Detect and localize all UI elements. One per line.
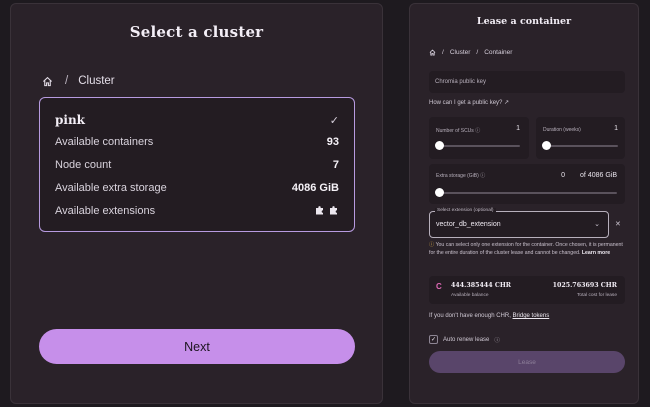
- scu-label: Number of SCUs ⓘ: [436, 128, 481, 134]
- panel-title: Lease a container: [476, 16, 572, 27]
- extension-warning: ⓘ You can select only one extension for …: [429, 242, 623, 256]
- storage-max: of 4086 GiB: [580, 172, 617, 179]
- duration-label: Duration (weeks): [543, 127, 581, 133]
- public-key-input[interactable]: Chromia public key: [429, 71, 625, 93]
- check-icon: ✓: [329, 115, 339, 127]
- cluster-name: pink: [55, 113, 85, 127]
- lease-container-panel: Lease a container / Cluster / Container …: [409, 3, 639, 404]
- duration-field: Duration (weeks) 1: [536, 117, 625, 159]
- cluster-row: Available extra storage 4086 GiB: [55, 182, 339, 194]
- not-enough-chr-text: If you don't have enough CHR, Bridge tok…: [429, 313, 550, 319]
- available-balance-label: Available balance: [451, 293, 489, 298]
- row-label: Available extensions: [55, 205, 156, 217]
- learn-more-link[interactable]: Learn more: [582, 250, 610, 256]
- puzzle-icon: [316, 206, 323, 215]
- home-icon[interactable]: [429, 49, 436, 56]
- duration-value: 1: [614, 125, 618, 132]
- total-cost-label: Total cost for lease: [577, 293, 617, 298]
- row-label: Available containers: [55, 136, 154, 148]
- scu-slider-handle[interactable]: [435, 141, 444, 150]
- extension-select-label: Select extension (optional): [435, 208, 496, 213]
- storage-slider-track[interactable]: [439, 192, 617, 194]
- breadcrumb-current: Cluster: [78, 75, 115, 87]
- scu-value: 1: [516, 125, 520, 132]
- auto-renew-label: Auto renew lease: [443, 336, 490, 343]
- cluster-row: Available extensions: [55, 205, 339, 217]
- storage-label: Extra storage (GiB) ⓘ: [436, 173, 486, 179]
- cluster-row: Available containers 93: [55, 136, 339, 148]
- scu-slider-track[interactable]: [439, 145, 520, 147]
- next-button[interactable]: Next: [39, 329, 355, 364]
- info-icon[interactable]: ⓘ: [494, 336, 500, 344]
- row-value: 4086 GiB: [291, 182, 339, 194]
- breadcrumb: / Cluster: [42, 75, 115, 87]
- lease-button[interactable]: Lease: [429, 351, 625, 373]
- breadcrumb-container: Container: [484, 49, 513, 56]
- storage-field: Extra storage (GiB) ⓘ 0 of 4086 GiB: [429, 164, 625, 204]
- balance-box: Ϲ 444.385444 CHR Available balance 1025.…: [429, 276, 625, 304]
- scu-field: Number of SCUs ⓘ 1: [429, 117, 529, 159]
- breadcrumb-separator: /: [476, 49, 479, 56]
- select-cluster-panel: Select a cluster / Cluster pink ✓ Availa…: [10, 3, 383, 404]
- chevron-down-icon: ⌄: [594, 221, 600, 228]
- puzzle-icon: [330, 206, 337, 215]
- row-value: 93: [326, 136, 339, 148]
- available-balance-value: 444.385444 CHR: [451, 282, 512, 289]
- duration-slider-track[interactable]: [546, 145, 618, 147]
- chromia-logo-icon: Ϲ: [436, 282, 442, 291]
- total-cost-value: 1025.763693 CHR: [552, 282, 617, 289]
- page-title: Select a cluster: [129, 23, 264, 41]
- breadcrumb-cluster[interactable]: Cluster: [450, 49, 471, 56]
- extension-select-value: vector_db_extension: [436, 221, 501, 228]
- cluster-row: Node count 7: [55, 159, 339, 171]
- row-value: 7: [332, 159, 339, 171]
- storage-value: 0: [561, 172, 565, 179]
- duration-slider-handle[interactable]: [542, 141, 551, 150]
- extension-icons: [315, 205, 339, 217]
- public-key-help-link[interactable]: How can I get a public key? ↗: [429, 99, 509, 106]
- external-link-icon: ↗: [504, 100, 510, 106]
- info-icon: ⓘ: [475, 128, 481, 134]
- row-label: Node count: [55, 159, 112, 171]
- extension-select[interactable]: Select extension (optional) vector_db_ex…: [429, 208, 609, 238]
- breadcrumb-separator: /: [442, 49, 444, 56]
- cluster-card[interactable]: pink ✓ Available containers 93 Node coun…: [39, 97, 355, 232]
- auto-renew-row: ✓ Auto renew lease ⓘ: [429, 335, 500, 344]
- home-icon[interactable]: [42, 76, 53, 87]
- breadcrumb-separator: /: [65, 75, 69, 87]
- clear-extension-button[interactable]: ✕: [615, 220, 621, 228]
- warning-icon: ⓘ: [429, 242, 435, 248]
- breadcrumb: / Cluster / Container: [429, 49, 512, 56]
- info-icon: ⓘ: [480, 173, 486, 179]
- auto-renew-checkbox[interactable]: ✓: [429, 335, 438, 344]
- row-label: Available extra storage: [55, 182, 167, 194]
- storage-slider-handle[interactable]: [435, 188, 444, 197]
- bridge-tokens-link[interactable]: Bridge tokens: [513, 313, 550, 319]
